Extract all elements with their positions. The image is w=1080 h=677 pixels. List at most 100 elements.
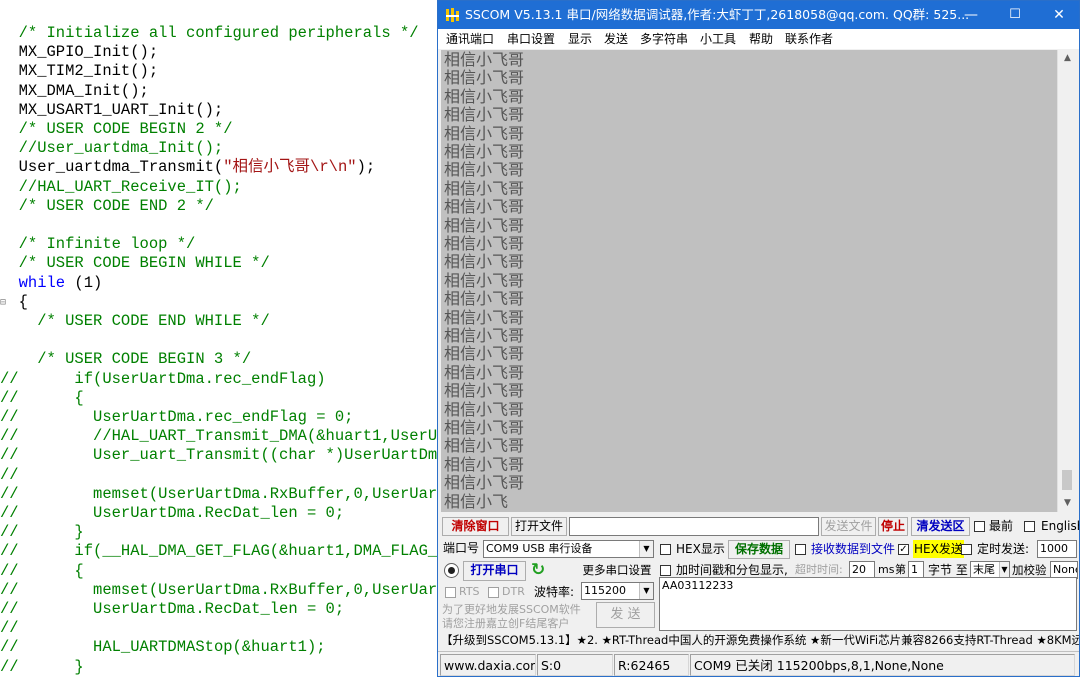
recv-to-file-checkbox[interactable] bbox=[795, 544, 806, 555]
code-token: // bbox=[0, 523, 19, 541]
timed-send-checkbox[interactable] bbox=[961, 544, 972, 555]
title-bar[interactable]: SSCOM V5.13.1 串口/网络数据调试器,作者:大虾丁丁,2618058… bbox=[438, 1, 1079, 29]
recv-to-file-label: 接收数据到文件 bbox=[811, 542, 896, 556]
timeout-input[interactable]: 20 bbox=[849, 561, 875, 578]
timestamp-checkbox[interactable] bbox=[660, 565, 671, 576]
status-sent-count: S:0 bbox=[537, 654, 613, 676]
code-token: UserUartDma.rec_endFlag = 0; bbox=[18, 408, 354, 426]
code-token: { bbox=[0, 293, 28, 311]
code-line: //User_uartdma_Init(); bbox=[0, 139, 224, 158]
code-line: // { bbox=[0, 389, 84, 408]
save-data-button[interactable]: 保存数据 bbox=[728, 540, 790, 559]
promo-text[interactable]: 为了更好地发展SSCOM软件 请您注册嘉立创F结尾客户 bbox=[442, 603, 581, 631]
receive-scrollbar[interactable]: ▲ ▼ bbox=[1057, 50, 1076, 512]
code-line: /* USER CODE BEGIN 2 */ bbox=[0, 120, 233, 139]
menu-tools[interactable]: 小工具 bbox=[700, 29, 736, 49]
code-line: // //HAL_UART_Transmit_DMA(&huart1,UserU bbox=[0, 427, 437, 446]
hex-display-checkbox[interactable] bbox=[660, 544, 671, 555]
maximize-icon[interactable]: ☐ bbox=[993, 1, 1037, 29]
more-port-settings-button[interactable]: 更多串口设置 bbox=[579, 561, 655, 580]
code-token: /* USER CODE BEGIN WHILE */ bbox=[0, 254, 270, 272]
end-select-value: 末尾 bbox=[973, 563, 995, 576]
app-icon bbox=[446, 8, 459, 22]
clear-window-button[interactable]: 清除窗口 bbox=[442, 517, 509, 536]
menu-multi-str[interactable]: 多字符串 bbox=[640, 29, 688, 49]
received-line: 相信小飞哥 bbox=[444, 400, 525, 419]
open-file-button[interactable]: 打开文件 bbox=[511, 517, 567, 536]
port-select[interactable]: COM9 USB 串行设备 ▼ bbox=[483, 540, 654, 558]
stop-button[interactable]: 停止 bbox=[878, 517, 908, 536]
code-token: MX_DMA_Init(); bbox=[0, 82, 149, 100]
code-line: User_uartdma_Transmit("相信小飞哥\r\n"); bbox=[0, 158, 376, 177]
code-line: // } bbox=[0, 658, 84, 677]
scroll-thumb[interactable] bbox=[1062, 470, 1072, 490]
code-token: // bbox=[0, 466, 19, 484]
code-token: (1) bbox=[65, 274, 103, 292]
menu-help[interactable]: 帮助 bbox=[749, 29, 773, 49]
status-website[interactable]: www.daxia.com bbox=[440, 654, 536, 676]
rts-checkbox[interactable] bbox=[445, 587, 456, 598]
code-line: /* Infinite loop */ bbox=[0, 235, 196, 254]
code-line: // UserUartDma.rec_endFlag = 0; bbox=[0, 408, 353, 427]
port-select-value: COM9 USB 串行设备 bbox=[486, 542, 593, 555]
minimize-icon[interactable]: — bbox=[949, 1, 993, 29]
hex-send-checkbox[interactable]: ✓ bbox=[898, 544, 909, 555]
dropdown-arrow-icon: ▼ bbox=[639, 583, 653, 599]
sscom-window: SSCOM V5.13.1 串口/网络数据调试器,作者:大虾丁丁,2618058… bbox=[437, 0, 1080, 677]
baud-select[interactable]: 115200 ▼ bbox=[581, 582, 654, 600]
english-checkbox[interactable] bbox=[1024, 521, 1035, 532]
menu-port[interactable]: 通讯端口 bbox=[446, 29, 494, 49]
timed-interval-input[interactable]: 1000 bbox=[1037, 540, 1077, 558]
close-icon[interactable]: ✕ bbox=[1037, 1, 1079, 29]
dtr-checkbox[interactable] bbox=[488, 587, 499, 598]
send-textarea[interactable]: AA03112233 bbox=[659, 577, 1077, 631]
code-token: { bbox=[18, 562, 84, 580]
code-token: User_uartdma_Transmit( bbox=[0, 158, 224, 176]
send-file-button[interactable]: 发送文件 bbox=[821, 517, 876, 536]
received-line: 相信小飞哥 bbox=[444, 308, 525, 327]
top-most-checkbox[interactable] bbox=[974, 521, 985, 532]
menu-send[interactable]: 发送 bbox=[604, 29, 628, 49]
code-token: MX_USART1_UART_Init(); bbox=[0, 101, 224, 119]
status-bar: www.daxia.com S:0 R:62465 COM9 已关闭 11520… bbox=[438, 651, 1079, 676]
code-token: /* USER CODE BEGIN 2 */ bbox=[0, 120, 233, 138]
code-token: // bbox=[0, 542, 19, 560]
hex-display-label: HEX显示 bbox=[676, 542, 725, 556]
start-byte-input[interactable]: 1 bbox=[908, 561, 924, 578]
open-port-button[interactable]: 打开串口 bbox=[463, 561, 526, 581]
code-token: /* Initialize all configured peripherals… bbox=[0, 24, 419, 42]
port-status-icon bbox=[445, 564, 458, 577]
code-token: // bbox=[0, 638, 19, 656]
code-line: while (1) bbox=[0, 274, 103, 293]
code-token: //HAL_UART_Transmit_DMA(&huart1,UserU bbox=[18, 427, 438, 445]
received-line: 相信小飞哥 bbox=[444, 234, 525, 253]
rts-label: RTS bbox=[459, 585, 480, 598]
code-token: /* USER CODE BEGIN 3 */ bbox=[0, 350, 252, 368]
received-line: 相信小飞哥 bbox=[444, 68, 525, 87]
code-token: // bbox=[0, 658, 19, 676]
received-line: 相信小飞哥 bbox=[444, 271, 525, 290]
clear-send-button[interactable]: 清发送区 bbox=[911, 517, 970, 536]
code-token: HAL_UARTDMAStop(&huart1); bbox=[18, 638, 326, 656]
dropdown-arrow-icon: ▼ bbox=[999, 562, 1009, 578]
code-line: // UserUartDma.RecDat_len = 0; bbox=[0, 504, 344, 523]
menu-display[interactable]: 显示 bbox=[568, 29, 592, 49]
send-button[interactable]: 发 送 bbox=[596, 602, 655, 628]
refresh-icon[interactable]: ↻ bbox=[531, 560, 545, 580]
code-token: MX_GPIO_Init(); bbox=[0, 43, 159, 61]
status-port-state: COM9 已关闭 115200bps,8,1,None,None bbox=[690, 654, 1075, 676]
scroll-down-icon[interactable]: ▼ bbox=[1058, 495, 1077, 512]
menu-contact[interactable]: 联系作者 bbox=[785, 29, 833, 49]
port-label: 端口号 bbox=[443, 541, 480, 555]
news-ticker[interactable]: 【升级到SSCOM5.13.1】★2. ★RT-Thread中国人的开源免费操作… bbox=[441, 631, 1079, 650]
code-line: // } bbox=[0, 523, 84, 542]
code-token: // bbox=[0, 408, 19, 426]
receive-area[interactable]: 相信小飞哥 相信小飞哥 相信小飞哥 相信小飞哥 相信小飞哥 相信小飞哥 相信小飞哥 相信小飞哥… bbox=[441, 50, 1057, 512]
menu-serial[interactable]: 串口设置 bbox=[507, 29, 555, 49]
scroll-up-icon[interactable]: ▲ bbox=[1058, 50, 1077, 67]
code-token: //User_uartdma_Init(); bbox=[0, 139, 224, 157]
code-token: // bbox=[0, 562, 19, 580]
file-path-input[interactable] bbox=[569, 517, 819, 536]
received-line: 相信小飞哥 bbox=[444, 252, 525, 271]
code-token: // bbox=[0, 581, 19, 599]
